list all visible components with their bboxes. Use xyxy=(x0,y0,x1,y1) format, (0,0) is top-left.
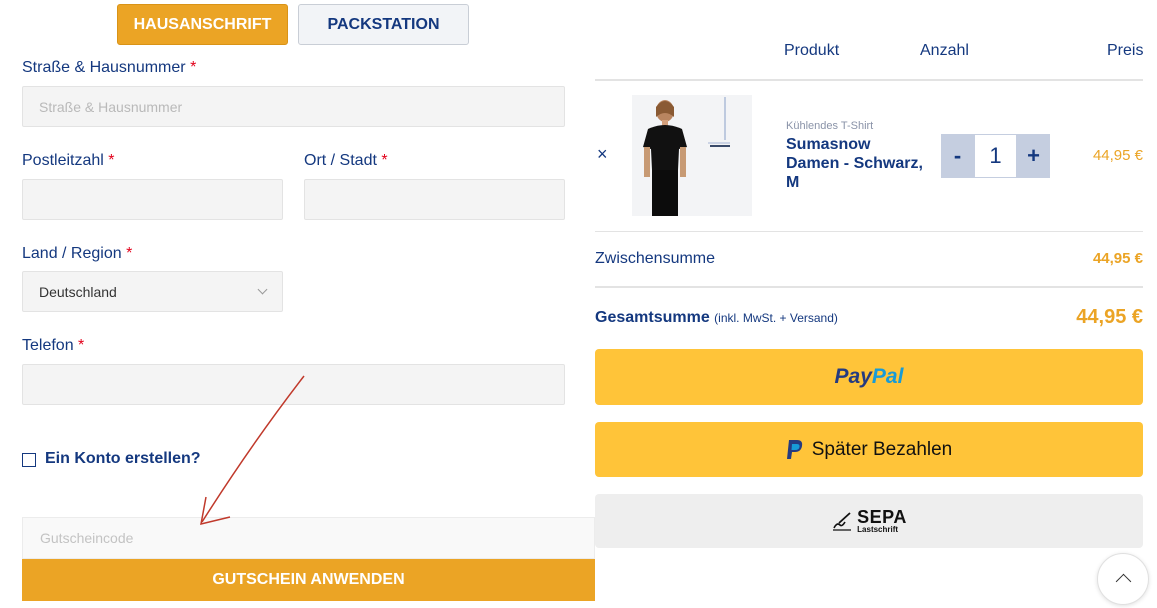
sepa-logo-text: SEPA xyxy=(857,507,907,527)
header-price: Preis xyxy=(1107,42,1144,59)
create-account-checkbox[interactable] xyxy=(22,453,36,467)
subtotal-value: 44,95 € xyxy=(1092,250,1143,267)
chevron-up-icon xyxy=(1115,573,1131,590)
scroll-to-top-button[interactable] xyxy=(1097,553,1149,605)
total-note: (inkl. MwSt. + Versand) xyxy=(714,311,838,325)
coupon-placeholder: Gutscheincode xyxy=(40,530,134,546)
chevron-down-icon xyxy=(257,284,268,295)
subtotal-label: Zwischensumme xyxy=(595,250,716,267)
required-marker: * xyxy=(126,245,133,262)
country-select[interactable]: Deutschland xyxy=(22,271,283,312)
city-input[interactable] xyxy=(304,179,565,220)
divider xyxy=(595,231,1143,232)
country-label: Land / Region * xyxy=(22,245,132,263)
tab-home-address[interactable]: HAUSANSCHRIFT xyxy=(117,4,288,45)
product-name-link[interactable]: Sumasnow Damen - Schwarz, M xyxy=(786,135,926,192)
apply-coupon-button[interactable]: GUTSCHEIN ANWENDEN xyxy=(22,559,595,601)
street-placeholder: Straße & Hausnummer xyxy=(39,98,183,115)
zip-label: Postleitzahl * xyxy=(22,152,115,170)
item-price: 44,95 € xyxy=(1092,147,1143,164)
create-account-label[interactable]: Ein Konto erstellen? xyxy=(45,450,201,468)
phone-label-text: Telefon xyxy=(22,337,74,354)
required-marker: * xyxy=(381,152,388,169)
street-label: Straße & Hausnummer * xyxy=(22,59,196,77)
paypal-p-icon xyxy=(786,439,802,459)
divider xyxy=(595,79,1143,81)
total-label-text: Gesamtsumme xyxy=(595,309,710,326)
street-input[interactable]: Straße & Hausnummer xyxy=(22,86,565,127)
coupon-input[interactable]: Gutscheincode xyxy=(22,517,595,559)
paypal-logo-pay: Pay xyxy=(834,365,872,388)
tab-packstation[interactable]: PACKSTATION xyxy=(298,4,469,45)
sepa-logo-subtext: Lastschrift xyxy=(857,525,899,534)
divider xyxy=(595,286,1143,288)
header-product: Produkt xyxy=(784,42,840,59)
total-label: Gesamtsumme (inkl. MwSt. + Versand) xyxy=(595,309,838,327)
total-value: 44,95 € xyxy=(1076,306,1143,328)
quantity-decrease-button[interactable]: - xyxy=(941,134,974,178)
phone-input[interactable] xyxy=(22,364,565,405)
close-icon[interactable]: × xyxy=(597,144,608,165)
sepa-button[interactable]: SEPA Lastschrift xyxy=(595,494,1143,548)
paypal-button[interactable]: Pay Pal xyxy=(595,349,1143,405)
city-label-text: Ort / Stadt xyxy=(304,152,377,169)
product-photo-icon xyxy=(632,95,752,216)
required-marker: * xyxy=(108,152,115,169)
quantity-input[interactable]: 1 xyxy=(974,134,1017,178)
required-marker: * xyxy=(190,59,197,76)
country-value: Deutschland xyxy=(39,283,117,300)
street-label-text: Straße & Hausnummer xyxy=(22,59,186,76)
zip-label-text: Postleitzahl xyxy=(22,152,104,169)
country-label-text: Land / Region xyxy=(22,245,122,262)
pay-later-button[interactable]: Später Bezahlen xyxy=(595,422,1143,477)
header-quantity: Anzahl xyxy=(920,42,969,59)
paypal-logo-pal: Pal xyxy=(871,365,904,388)
phone-label: Telefon * xyxy=(22,337,84,355)
product-image[interactable] xyxy=(632,95,752,216)
product-category: Kühlendes T-Shirt xyxy=(786,120,874,132)
sepa-signature-icon xyxy=(833,512,852,531)
zip-input[interactable] xyxy=(22,179,283,220)
city-label: Ort / Stadt * xyxy=(304,152,388,170)
quantity-increase-button[interactable]: + xyxy=(1017,134,1050,178)
sepa-logo: SEPA Lastschrift xyxy=(831,508,907,534)
pay-later-label: Später Bezahlen xyxy=(811,438,953,460)
required-marker: * xyxy=(78,337,85,354)
